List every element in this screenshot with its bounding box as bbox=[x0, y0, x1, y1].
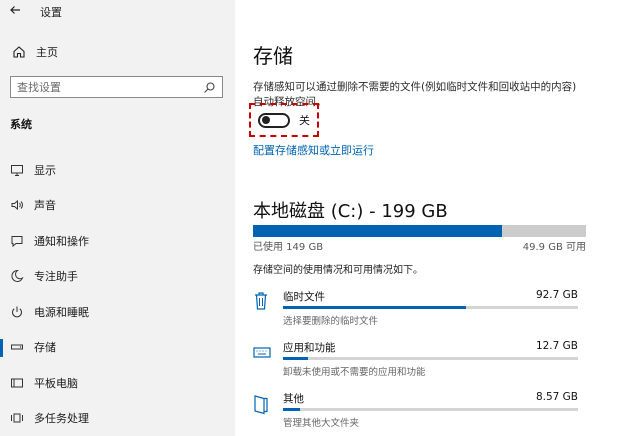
category-name: 其他 bbox=[283, 393, 304, 405]
category-subtitle: 管理其他大文件夹 bbox=[283, 418, 360, 429]
nav-item-sound[interactable]: 声音 bbox=[0, 188, 235, 224]
category-bar bbox=[283, 408, 578, 411]
power-icon bbox=[8, 303, 26, 321]
category-bar-fill bbox=[283, 357, 309, 360]
section-title: 系统 bbox=[10, 118, 32, 131]
disk-usage-bar bbox=[253, 225, 586, 237]
folder-icon bbox=[253, 393, 271, 415]
category-subtitle: 选择要删除的临时文件 bbox=[283, 316, 379, 327]
nav-item-notifications[interactable]: 通知和操作 bbox=[0, 223, 235, 259]
nav-item-label: 平板电脑 bbox=[34, 376, 78, 390]
storage-sense-toggle[interactable] bbox=[258, 112, 290, 128]
nav-item-storage[interactable]: 存储 bbox=[0, 330, 235, 366]
configure-storage-sense-link[interactable]: 配置存储感知或立即运行 bbox=[253, 142, 374, 158]
nav-item-label: 显示 bbox=[34, 163, 56, 177]
storage-icon bbox=[8, 338, 26, 356]
toggle-knob bbox=[262, 116, 270, 124]
tablet-icon bbox=[8, 374, 26, 392]
nav-item-tablet[interactable]: 平板电脑 bbox=[0, 365, 235, 401]
nav-item-label: 多任务处理 bbox=[34, 412, 89, 426]
category-bar-fill bbox=[283, 408, 301, 411]
category-other[interactable]: 其他 8.57 GB 管理其他大文件夹 bbox=[253, 391, 586, 431]
page-title: 存储 bbox=[253, 44, 293, 68]
category-subtitle: 卸载未使用或不需要的应用和功能 bbox=[283, 367, 426, 378]
keyboard-icon bbox=[253, 342, 271, 364]
search-input[interactable] bbox=[17, 80, 202, 94]
category-name: 应用和功能 bbox=[283, 342, 336, 354]
category-apps-features[interactable]: 应用和功能 12.7 GB 卸载未使用或不需要的应用和功能 bbox=[253, 340, 586, 380]
category-bar-fill bbox=[283, 306, 466, 309]
nav-item-multitasking[interactable]: 多任务处理 bbox=[0, 401, 235, 436]
main-content: 存储 存储感知可以通过删除不需要的文件(例如临时文件和回收站中的内容)自动释放空… bbox=[235, 0, 640, 436]
search-box[interactable] bbox=[10, 76, 223, 98]
category-size: 8.57 GB bbox=[535, 391, 578, 403]
display-icon bbox=[8, 161, 26, 179]
disk-free-label: 49.9 GB 可用 bbox=[522, 242, 586, 253]
nav-item-power-sleep[interactable]: 电源和睡眠 bbox=[0, 294, 235, 330]
nav-list: 显示 声音 通知和操作 专注助手 电源和睡眠 存储 平板电脑 多任务处理 bbox=[0, 152, 235, 436]
notification-icon bbox=[8, 232, 26, 250]
search-icon[interactable] bbox=[202, 80, 216, 94]
back-button[interactable] bbox=[0, 0, 30, 24]
trash-icon bbox=[253, 291, 271, 313]
home-icon bbox=[8, 45, 30, 59]
disk-usage-description: 存储空间的使用情况和可用情况如下。 bbox=[253, 265, 423, 276]
home-label: 主页 bbox=[36, 46, 58, 59]
disk-title: 本地磁盘 (C:) - 199 GB bbox=[253, 201, 448, 222]
home-nav-item[interactable]: 主页 bbox=[8, 42, 58, 62]
category-name: 临时文件 bbox=[283, 291, 325, 303]
sound-icon bbox=[8, 196, 26, 214]
highlight-box: 关 bbox=[249, 103, 319, 137]
nav-item-display[interactable]: 显示 bbox=[0, 152, 235, 188]
back-arrow-icon bbox=[9, 4, 21, 20]
title-bar: 设置 bbox=[0, 0, 235, 24]
multitask-icon bbox=[8, 409, 26, 427]
focus-moon-icon bbox=[8, 267, 26, 285]
category-bar bbox=[283, 357, 578, 360]
category-size: 92.7 GB bbox=[535, 289, 578, 301]
category-temp-files[interactable]: 临时文件 92.7 GB 选择要删除的临时文件 bbox=[253, 289, 586, 329]
nav-item-label: 专注助手 bbox=[34, 270, 78, 284]
category-size: 12.7 GB bbox=[535, 340, 578, 352]
category-bar bbox=[283, 306, 578, 309]
toggle-state-label: 关 bbox=[299, 114, 310, 127]
nav-item-label: 声音 bbox=[34, 199, 56, 213]
sidebar: 设置 主页 系统 显示 声音 通知和操作 bbox=[0, 0, 235, 436]
disk-usage-fill bbox=[253, 225, 503, 237]
nav-item-label: 存储 bbox=[34, 341, 56, 355]
disk-used-label: 已使用 149 GB bbox=[253, 242, 324, 253]
nav-item-label: 通知和操作 bbox=[34, 234, 89, 248]
nav-item-label: 电源和睡眠 bbox=[34, 305, 89, 319]
nav-item-focus-assist[interactable]: 专注助手 bbox=[0, 259, 235, 295]
app-title: 设置 bbox=[40, 6, 62, 19]
